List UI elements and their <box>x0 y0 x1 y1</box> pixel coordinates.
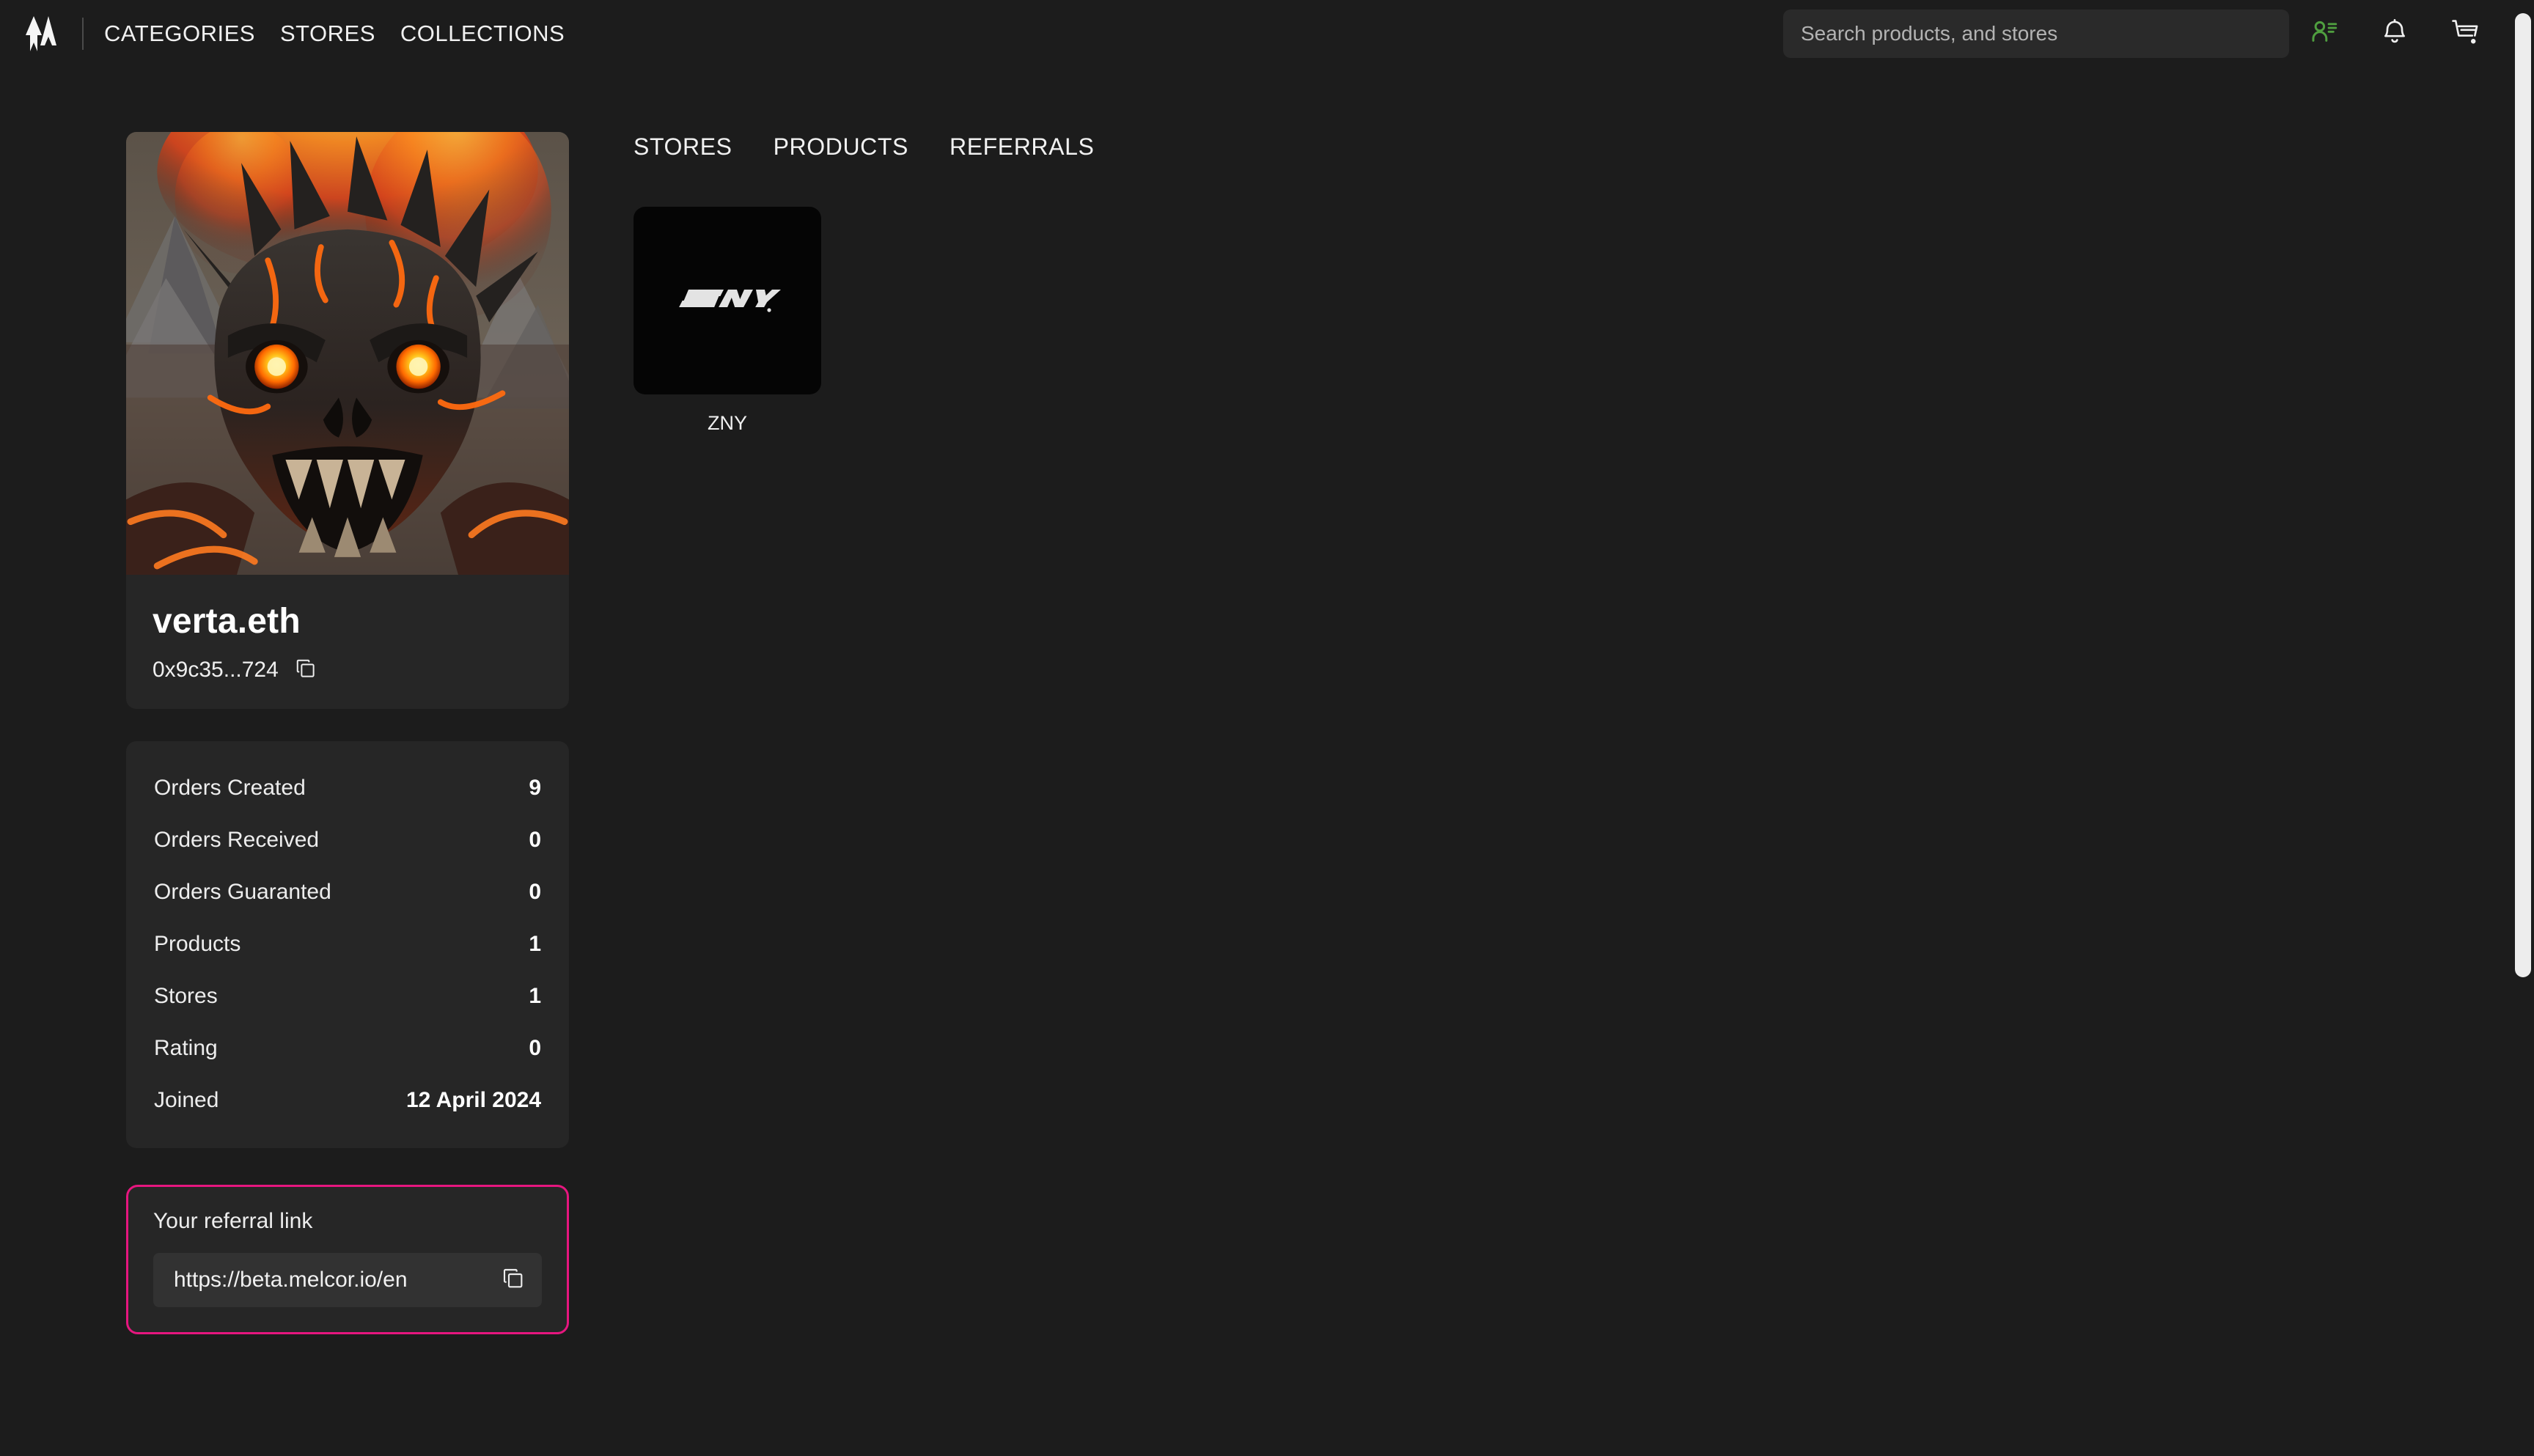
stat-row-joined: Joined 12 April 2024 <box>154 1074 541 1126</box>
search-input[interactable] <box>1783 10 2289 58</box>
stat-value: 0 <box>529 879 541 904</box>
stat-label: Rating <box>154 1035 218 1060</box>
store-name: ZNY <box>708 412 747 434</box>
stat-value: 12 April 2024 <box>406 1087 541 1112</box>
stat-row-orders-guaranted: Orders Guaranted 0 <box>154 866 541 918</box>
store-logo-thumb <box>634 207 821 394</box>
profile-card: verta.eth 0x9c35...724 <box>126 132 569 709</box>
wallet-address-row: 0x9c35...724 <box>153 658 569 683</box>
stat-row-rating: Rating 0 <box>154 1022 541 1074</box>
referral-link-value: https://beta.melcor.io/en <box>174 1268 408 1292</box>
copy-icon <box>295 658 317 683</box>
stat-row-orders-created: Orders Created 9 <box>154 762 541 814</box>
nav-item-stores[interactable]: STORES <box>280 21 375 47</box>
stat-label: Orders Guaranted <box>154 879 331 904</box>
referral-link-field[interactable]: https://beta.melcor.io/en <box>153 1253 542 1307</box>
top-header: CATEGORIES STORES COLLECTIONS <box>0 0 2534 67</box>
cart-icon <box>2450 17 2480 51</box>
store-card-zny[interactable]: ZNY <box>634 207 821 435</box>
stat-value: 9 <box>529 775 541 800</box>
stat-value: 0 <box>529 1035 541 1060</box>
tab-products[interactable]: PRODUCTS <box>774 133 908 161</box>
melcor-m-logo-icon <box>24 15 58 53</box>
account-icon <box>2309 17 2340 51</box>
zny-logo-icon <box>672 279 782 323</box>
copy-address-button[interactable] <box>293 658 318 683</box>
copy-referral-button[interactable] <box>501 1268 526 1293</box>
avatar-artwork-icon <box>126 132 569 575</box>
primary-nav: CATEGORIES STORES COLLECTIONS <box>104 21 565 47</box>
header-actions <box>1783 0 2500 67</box>
stat-label: Orders Created <box>154 775 306 800</box>
bell-icon <box>2380 18 2409 51</box>
stat-value: 1 <box>529 931 541 956</box>
tab-referrals[interactable]: REFERRALS <box>950 133 1094 161</box>
page-scrollbar[interactable] <box>2512 0 2534 1456</box>
profile-tabs: STORES PRODUCTS REFERRALS <box>634 126 2505 167</box>
main-content: STORES PRODUCTS REFERRALS ZNY <box>634 126 2505 435</box>
notifications-button[interactable] <box>2359 0 2430 67</box>
stats-card: Orders Created 9 Orders Received 0 Order… <box>126 741 569 1148</box>
nav-item-categories[interactable]: CATEGORIES <box>104 21 255 47</box>
referral-title: Your referral link <box>153 1209 313 1233</box>
account-button[interactable] <box>2289 0 2359 67</box>
tab-stores[interactable]: STORES <box>634 133 732 161</box>
stat-row-stores: Stores 1 <box>154 970 541 1022</box>
header-divider <box>82 18 84 50</box>
logo-button[interactable] <box>0 0 82 67</box>
stat-value: 0 <box>529 827 541 852</box>
stat-label: Orders Received <box>154 827 320 852</box>
avatar <box>126 132 569 575</box>
copy-icon <box>502 1267 525 1294</box>
cart-button[interactable] <box>2430 0 2500 67</box>
page-title: verta.eth <box>153 602 301 641</box>
stat-row-products: Products 1 <box>154 918 541 970</box>
scrollbar-thumb[interactable] <box>2515 13 2531 977</box>
stat-value: 1 <box>529 983 541 1008</box>
stat-label: Stores <box>154 983 218 1008</box>
stat-label: Products <box>154 931 241 956</box>
store-grid: ZNY <box>634 207 2505 435</box>
referral-card: Your referral link https://beta.melcor.i… <box>126 1185 569 1334</box>
stat-row-orders-received: Orders Received 0 <box>154 814 541 866</box>
profile-sidebar: verta.eth 0x9c35...724 Orders Created 9 … <box>126 132 569 1334</box>
wallet-address: 0x9c35...724 <box>153 658 279 682</box>
nav-item-collections[interactable]: COLLECTIONS <box>400 21 565 47</box>
stat-label: Joined <box>154 1087 219 1112</box>
